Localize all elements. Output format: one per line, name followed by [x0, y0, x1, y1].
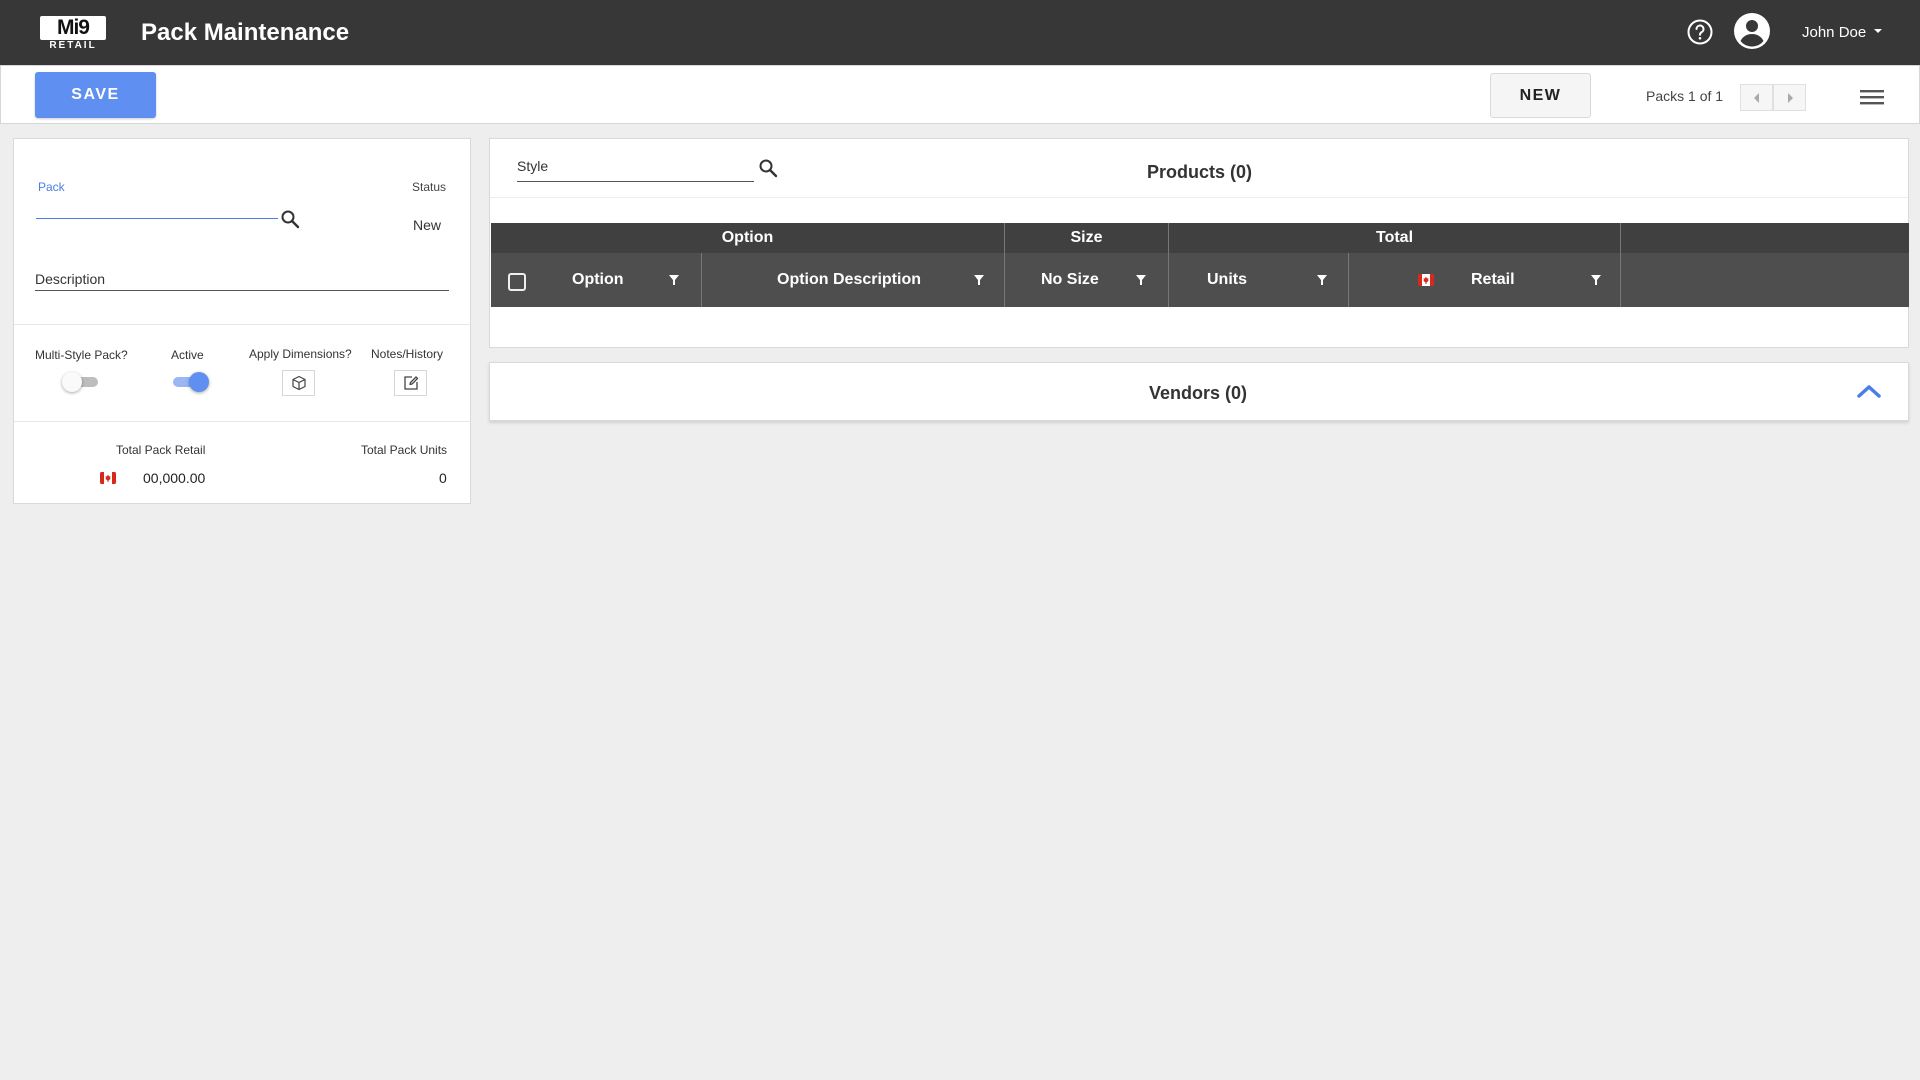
packs-count: Packs 1 of 1: [1646, 88, 1724, 104]
column-label-units: Units: [1207, 271, 1247, 288]
products-title: Products (0): [1147, 162, 1253, 182]
column-label-retail: Retail: [1471, 271, 1515, 288]
user-account-icon[interactable]: [1733, 12, 1771, 50]
vendors-title: Vendors (0): [1149, 383, 1248, 403]
select-all-checkbox[interactable]: [508, 273, 526, 291]
column-header-option-description[interactable]: Option Description: [702, 253, 1005, 307]
multi-style-pack-label: Multi-Style Pack?: [35, 348, 128, 362]
canada-flag-icon: [1418, 274, 1434, 286]
logo-sub-text: RETAIL: [49, 40, 97, 51]
notes-history-label: Notes/History: [371, 347, 444, 361]
column-label-option-description: Option Description: [777, 271, 921, 288]
column-group-total: Total: [1169, 223, 1621, 253]
app-header: Mi9 RETAIL Pack Maintenance John Doe: [0, 0, 1920, 65]
multi-style-pack-toggle[interactable]: [62, 372, 102, 392]
pack-input[interactable]: [36, 197, 278, 219]
column-label-option: Option: [572, 271, 624, 288]
next-pack-button[interactable]: [1773, 84, 1806, 111]
active-toggle[interactable]: [169, 372, 209, 392]
toolbar: SAVE NEW Packs 1 of 1: [0, 65, 1920, 124]
style-field[interactable]: Style: [517, 158, 548, 174]
notes-history-button[interactable]: [394, 370, 427, 396]
edit-icon: [403, 376, 418, 390]
chevron-left-icon: [1753, 92, 1759, 103]
total-pack-retail-label: Total Pack Retail: [116, 443, 206, 457]
description-underline: [35, 290, 449, 291]
description-field[interactable]: Description: [35, 271, 105, 287]
apply-dimensions-button[interactable]: [282, 370, 315, 396]
column-header-units[interactable]: Units: [1169, 253, 1349, 307]
previous-pack-button[interactable]: [1740, 84, 1773, 111]
help-icon[interactable]: [1686, 18, 1714, 46]
vendors-card[interactable]: Vendors (0): [489, 362, 1909, 421]
toggle-knob: [62, 372, 82, 392]
new-button[interactable]: NEW: [1490, 73, 1591, 118]
status-label: Status: [412, 180, 447, 194]
column-group-option: Option: [491, 223, 1005, 253]
save-button[interactable]: SAVE: [35, 72, 156, 118]
filter-icon[interactable]: [1135, 274, 1147, 286]
logo-main-text: Mi9: [40, 16, 106, 40]
search-icon[interactable]: [279, 208, 301, 230]
divider: [490, 197, 1908, 198]
column-label-no-size: No Size: [1041, 271, 1099, 288]
pack-label: Pack: [38, 180, 65, 194]
column-header-empty: [1621, 253, 1909, 307]
total-pack-units-label: Total Pack Units: [361, 443, 448, 457]
menu-icon[interactable]: [1859, 88, 1885, 106]
caret-down-icon[interactable]: [1871, 24, 1885, 38]
total-pack-retail-value: 00,000.00: [143, 470, 206, 486]
filter-icon[interactable]: [973, 274, 985, 286]
products-grid-header: Option Size Total Option Option Descript…: [491, 223, 1909, 307]
box-icon: [291, 375, 306, 391]
toggle-knob: [189, 372, 209, 392]
user-name[interactable]: John Doe: [1802, 24, 1866, 41]
active-label: Active: [171, 348, 204, 362]
column-header-no-size[interactable]: No Size: [1005, 253, 1169, 307]
chevron-up-icon[interactable]: [1854, 379, 1884, 403]
products-card: Style Products (0) Option Size Total Opt…: [489, 138, 1909, 348]
pack-details-card: Pack Status New Description Multi-Style …: [13, 138, 471, 504]
filter-icon[interactable]: [1316, 274, 1328, 286]
canada-flag-icon: [100, 472, 116, 484]
divider: [14, 324, 470, 325]
column-header-option[interactable]: Option: [491, 253, 702, 307]
total-pack-units-value: 0: [439, 470, 447, 486]
apply-dimensions-label: Apply Dimensions?: [249, 347, 352, 361]
page-title: Pack Maintenance: [141, 19, 350, 46]
search-icon[interactable]: [757, 157, 779, 179]
style-underline: [517, 181, 754, 182]
chevron-right-icon: [1787, 92, 1793, 103]
column-header-retail[interactable]: Retail: [1349, 253, 1621, 307]
divider: [14, 421, 470, 422]
column-group-empty: [1621, 223, 1909, 253]
filter-icon[interactable]: [668, 274, 680, 286]
status-value: New: [413, 217, 442, 233]
filter-icon[interactable]: [1590, 274, 1602, 286]
mi9-retail-logo: Mi9 RETAIL: [40, 16, 106, 51]
column-group-size: Size: [1005, 223, 1169, 253]
